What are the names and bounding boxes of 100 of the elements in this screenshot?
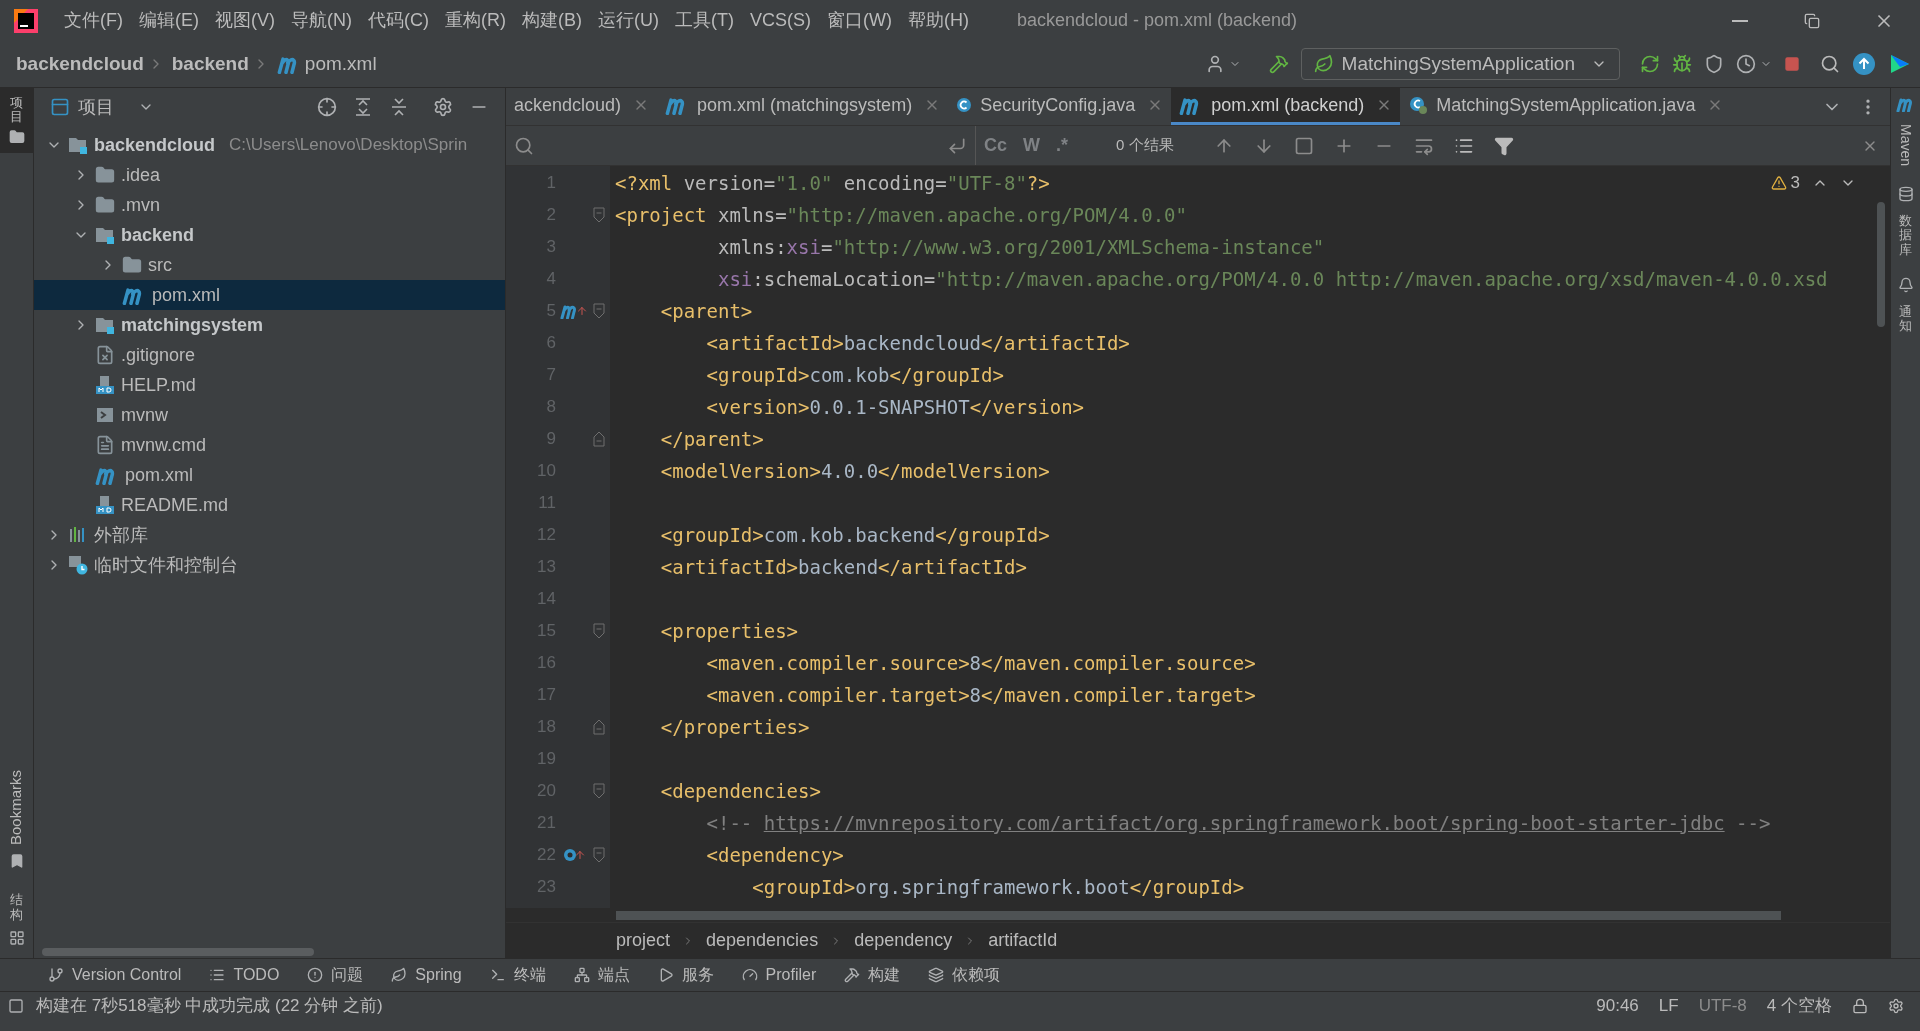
tree-item[interactable]: backend (34, 220, 505, 250)
tree-item[interactable]: mvnw (34, 400, 505, 430)
rerun-icon[interactable] (1640, 54, 1660, 74)
tool-window-button[interactable]: 依赖项 (928, 963, 1001, 987)
indent-setting[interactable]: 4 个空格 (1766, 993, 1832, 1019)
menu-item[interactable]: 编辑(E) (131, 7, 207, 34)
menu-item[interactable]: 视图(V) (207, 7, 283, 34)
shield-icon[interactable] (1704, 54, 1724, 74)
caret-position[interactable]: 90:46 (1596, 993, 1639, 1019)
tree-item[interactable]: mvnw.cmd (34, 430, 505, 460)
tool-window-button[interactable]: Version Control (48, 963, 182, 987)
tool-window-button[interactable]: 端点 (573, 963, 630, 987)
structure-icon[interactable] (8, 930, 25, 946)
breadcrumb-item[interactable]: backendcloud (16, 49, 144, 79)
target-icon[interactable] (562, 847, 578, 863)
expand-all-icon[interactable] (353, 97, 373, 117)
menu-item[interactable]: VCS(S) (741, 7, 819, 34)
tree-item[interactable]: src (34, 250, 505, 280)
code-line: </parent> (659, 426, 764, 452)
project-tool-tab[interactable]: 项目 (0, 88, 33, 153)
menu-item[interactable]: 导航(N) (283, 7, 360, 34)
folder-icon (95, 195, 115, 215)
fold-marker-icon[interactable] (593, 847, 605, 863)
update-icon[interactable] (1852, 52, 1876, 76)
list-icon (209, 967, 226, 983)
lock-icon[interactable] (1852, 998, 1868, 1014)
tree-item[interactable]: matchingsystem (34, 310, 505, 340)
run-configuration-dropdown[interactable]: MatchingSystemApplication (1300, 48, 1620, 80)
search-icon[interactable] (1820, 54, 1840, 74)
menu-item[interactable]: 工具(T) (667, 7, 742, 34)
breadcrumb-item[interactable]: backend (171, 49, 249, 79)
gauge-icon (741, 967, 758, 983)
breadcrumb-item[interactable]: dependencies (706, 927, 819, 954)
maven-tool-tab[interactable]: Maven (1895, 124, 1916, 167)
tool-window-button[interactable]: Spring (391, 963, 462, 987)
breadcrumb-item[interactable]: project (616, 927, 671, 954)
structure-tool-tab[interactable]: 结构 (10, 893, 23, 922)
scrollbar-thumb[interactable] (42, 948, 314, 956)
code-line: <maven.compiler.target>8</maven.compiler.target> (705, 682, 1256, 708)
scrollbar-thumb[interactable] (616, 910, 1781, 920)
notification-icon[interactable] (1897, 276, 1914, 293)
fold-marker-icon[interactable] (593, 207, 605, 223)
panel-toggle-icon[interactable] (8, 998, 24, 1014)
filter-icon[interactable] (1493, 135, 1514, 156)
tree-item[interactable]: .mvn (34, 190, 505, 220)
tool-window-button[interactable]: Profiler (741, 963, 817, 987)
tool-window-button[interactable]: 终端 (489, 963, 546, 987)
select-all-icon[interactable] (1293, 135, 1314, 156)
tool-window-button[interactable]: 构建 (844, 963, 901, 987)
menu-item[interactable]: 重构(R) (437, 7, 514, 34)
locate-icon[interactable] (317, 97, 337, 117)
tree-item[interactable]: pom.xml (34, 280, 505, 310)
tool-window-button[interactable]: 服务 (657, 963, 714, 987)
menu-item[interactable]: 代码(C) (360, 7, 437, 34)
editor-tab[interactable]: pom.xml (backend) (1171, 88, 1401, 125)
file-encoding[interactable]: UTF-8 (1698, 993, 1747, 1019)
notifications-tool-tab[interactable]: 通知 (1899, 304, 1912, 334)
hammer-icon[interactable] (1268, 54, 1289, 74)
collapse-all-icon[interactable] (389, 97, 409, 117)
database-icon[interactable] (1897, 186, 1914, 203)
database-tool-tab[interactable]: 数据库 (1899, 214, 1912, 257)
fold-marker-icon[interactable] (593, 431, 605, 447)
fold-marker-icon[interactable] (593, 783, 605, 799)
breadcrumb-item[interactable]: dependency (854, 927, 953, 954)
menu-item[interactable]: 窗口(W) (819, 7, 900, 34)
warning-counter[interactable]: 3 (1770, 170, 1800, 196)
panel-title[interactable]: 项目 (78, 93, 114, 121)
stop-icon[interactable] (1784, 56, 1800, 72)
tree-item[interactable]: HELP.md (34, 370, 505, 400)
tree-item[interactable]: .gitignore (34, 340, 505, 370)
fold-marker-icon[interactable] (593, 623, 605, 639)
line-separator[interactable]: LF (1658, 993, 1679, 1019)
settings-icon[interactable] (433, 97, 453, 117)
tool-window-button[interactable]: 问题 (307, 963, 364, 987)
tool-window-button[interactable]: TODO (209, 963, 280, 987)
menu-item[interactable]: 帮助(H) (899, 7, 977, 34)
tree-item[interactable]: pom.xml (34, 460, 505, 490)
tree-item[interactable]: backendcloud C:\Users\Lenovo\Desktop\Sprin (34, 130, 505, 160)
clock-icon[interactable] (1736, 54, 1756, 74)
editor-tab[interactable]: MatchingSystemApplication.java (1400, 88, 1732, 125)
settings-icon[interactable] (1888, 998, 1904, 1014)
tree-item[interactable]: 外部库 (34, 520, 505, 550)
breadcrumb-item[interactable]: artifactId (988, 927, 1058, 954)
menu-item[interactable]: 文件(F) (56, 7, 131, 34)
scrollbar-thumb[interactable] (1877, 202, 1885, 327)
editor-tab[interactable]: ackendcloud) (506, 88, 658, 125)
editor-tab[interactable]: SecurityConfig.java (948, 88, 1172, 125)
network-icon (573, 967, 590, 983)
bug-icon[interactable] (1672, 54, 1692, 74)
menu-item[interactable]: 运行(U) (590, 7, 667, 34)
menu-item[interactable]: 构建(B) (514, 7, 590, 34)
link[interactable]: https://mvnrepository.com/artifact/org.springframework.boot/spring-boot-starter-jdbc (763, 811, 1725, 834)
tree-item[interactable]: .idea (34, 160, 505, 190)
editor-tab[interactable]: pom.xml (matchingsystem) (657, 88, 949, 125)
fold-marker-icon[interactable] (593, 303, 605, 319)
bookmarks-tool-tab[interactable]: Bookmarks (5, 770, 28, 846)
breadcrumb-item[interactable]: pom.xml (304, 49, 377, 79)
fold-marker-icon[interactable] (593, 719, 605, 735)
tree-item[interactable]: 临时文件和控制台 (34, 550, 505, 580)
tree-item[interactable]: README.md (34, 490, 505, 520)
